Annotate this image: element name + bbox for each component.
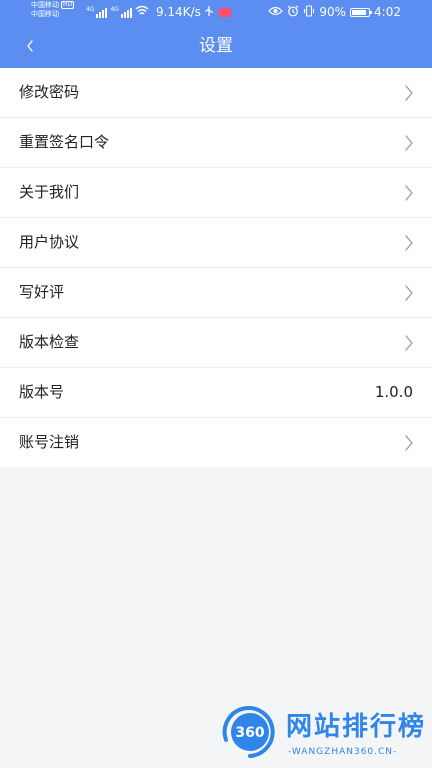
settings-item-check-version[interactable]: 版本检查 (0, 318, 432, 368)
battery-icon (350, 7, 373, 17)
chevron-right-icon (405, 135, 413, 151)
chevron-right-icon (405, 335, 413, 351)
settings-item-write-review[interactable]: 写好评 (0, 268, 432, 318)
carrier-2: 中国移动 (31, 10, 59, 18)
page-title: 设置 (199, 36, 233, 56)
settings-item-reset-signature-pin[interactable]: 重置签名口令 (0, 118, 432, 168)
chevron-right-icon (405, 285, 413, 301)
clock: 4:02 (374, 5, 401, 19)
notification-icon (218, 7, 231, 17)
settings-item-user-agreement[interactable]: 用户协议 (0, 218, 432, 268)
status-bar: 中国移动 HD 中国移动 4G 4G 9.14K/s 90% 4:02 (0, 0, 432, 24)
status-left-icons: 4G 4G 9.14K/s (86, 4, 231, 20)
watermark-subtitle: -WANGZHAN360.CN- (288, 747, 398, 757)
carrier-1: 中国移动 (31, 1, 59, 9)
settings-item-label: 写好评 (19, 283, 65, 301)
settings-item-change-password[interactable]: 修改密码 (0, 68, 432, 118)
watermark: 360 网站排行榜 -WANGZHAN360.CN- (220, 706, 430, 766)
network-speed: 9.14K/s (155, 5, 201, 19)
settings-item-label: 用户协议 (19, 233, 80, 251)
app-header: 中国移动 HD 中国移动 4G 4G 9.14K/s 90% 4:02 设置 (0, 0, 432, 68)
settings-item-label: 账号注销 (19, 433, 80, 451)
settings-item-label: 关于我们 (19, 183, 80, 201)
watermark-title: 网站排行榜 (286, 712, 427, 742)
version-number-value: 1.0.0 (374, 383, 413, 401)
settings-item-delete-account[interactable]: 账号注销 (0, 418, 432, 467)
usb-icon (204, 5, 214, 20)
chevron-right-icon (405, 85, 413, 101)
chevron-right-icon (405, 185, 413, 201)
vibrate-icon (303, 4, 315, 20)
settings-list: 修改密码 重置签名口令 关于我们 用户协议 写好评 版本检查 版本号 1.0.0… (0, 68, 432, 467)
signal-icon: 4G (110, 5, 132, 18)
settings-item-label: 版本检查 (19, 333, 80, 351)
battery-percent: 90% (319, 5, 347, 19)
status-right-icons: 90% 4:02 (268, 4, 401, 20)
settings-item-about-us[interactable]: 关于我们 (0, 168, 432, 218)
signal-tag: 4G (110, 5, 119, 13)
settings-item-label: 版本号 (19, 383, 65, 401)
settings-item-label: 修改密码 (19, 83, 80, 101)
title-bar: 设置 (0, 24, 432, 68)
eye-icon (268, 5, 284, 19)
signal-icon: 4G (86, 5, 108, 18)
carrier-info: 中国移动 HD 中国移动 (31, 1, 75, 19)
360-logo-icon: 360 (222, 706, 275, 758)
alarm-icon (287, 5, 299, 20)
settings-item-label: 重置签名口令 (19, 133, 110, 151)
wifi-icon (135, 5, 149, 19)
logo-text: 360 (235, 725, 264, 741)
settings-item-version-number: 版本号 1.0.0 (0, 368, 432, 418)
chevron-right-icon (405, 235, 413, 251)
signal-tag: 4G (86, 5, 95, 13)
chevron-right-icon (405, 435, 413, 451)
hd-badge: HD (61, 1, 75, 9)
